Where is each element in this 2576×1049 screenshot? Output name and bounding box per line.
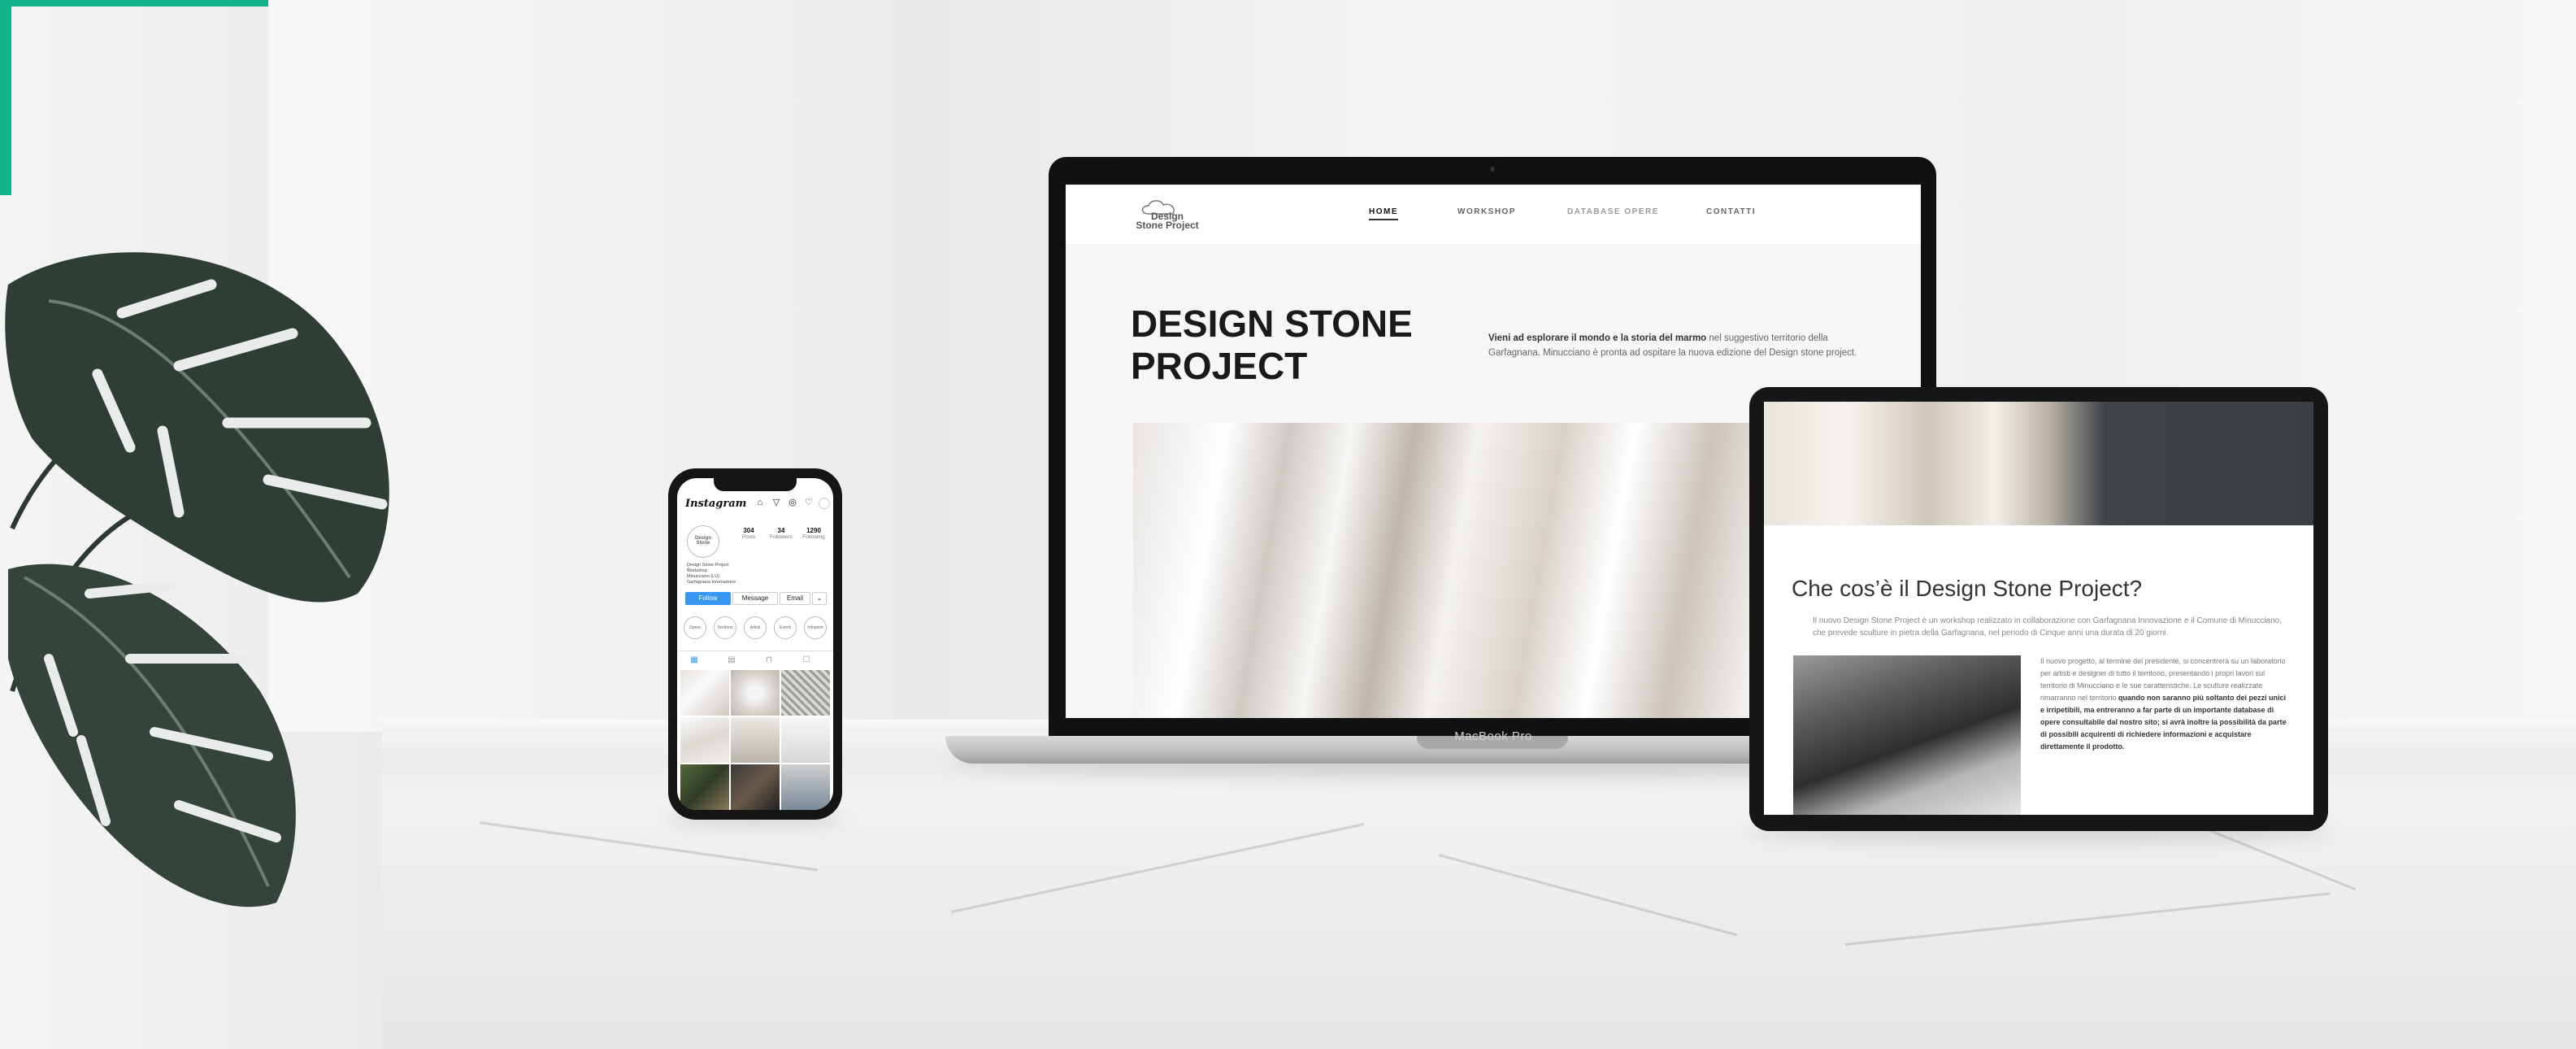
tagged-icon[interactable]: ☐ — [801, 655, 812, 665]
tablet-lead-text: Il nuovo Design Stone Project è un works… — [1813, 616, 2283, 638]
post-thumbnail[interactable] — [680, 764, 729, 810]
post-thumbnail[interactable] — [731, 670, 780, 716]
site-logo[interactable]: Design Stone Project — [1132, 198, 1202, 235]
stat-following[interactable]: 1290 Following — [797, 527, 830, 540]
nav-contatti[interactable]: CONTATTI — [1706, 207, 1756, 216]
highlight-artisti[interactable]: Artisti — [744, 616, 767, 639]
chevron-down-icon[interactable]: ⌄ — [812, 592, 827, 605]
post-thumbnail[interactable] — [731, 717, 780, 763]
home-icon[interactable]: ⌂ — [755, 498, 765, 507]
accent-left-bar — [0, 0, 11, 195]
hero-description: Vieni ad esplorare il mondo e la storia … — [1488, 333, 1857, 358]
phone-notch — [714, 478, 797, 491]
tablet-screen: Che cos’è il Design Stone Project? Il nu… — [1764, 402, 2313, 815]
tablet-heading: Che cos’è il Design Stone Project? — [1792, 576, 2143, 601]
profile-bio: Design Stone Project Workshop Minucciano… — [687, 563, 736, 585]
compass-icon[interactable]: ◎ — [788, 498, 797, 507]
post-thumbnail[interactable] — [781, 764, 830, 810]
post-grid — [680, 670, 830, 810]
laptop-webcam — [1490, 167, 1495, 172]
post-thumbnail[interactable] — [680, 670, 729, 716]
highlight-territorio[interactable]: Territorio — [714, 616, 736, 639]
profile-icon[interactable] — [819, 498, 830, 509]
stat-followers[interactable]: 34 Followers — [765, 527, 797, 540]
email-button[interactable]: Email — [780, 592, 810, 605]
highlight-opere[interactable]: Opere — [684, 616, 706, 639]
post-thumbnail[interactable] — [731, 764, 780, 810]
site-header: Design Stone Project HOME WORKSHOP DATAB… — [1066, 185, 1921, 244]
post-thumbnail[interactable] — [781, 717, 830, 763]
logo-line2: Stone Project — [1136, 220, 1199, 231]
sculpture-banner-image — [1764, 402, 2313, 525]
historic-photo-image — [1793, 655, 2021, 815]
grid-icon[interactable]: ▦ — [689, 655, 700, 665]
nav-home[interactable]: HOME — [1369, 207, 1398, 220]
nav-workshop[interactable]: WORKSHOP — [1457, 207, 1516, 216]
message-button[interactable]: Message — [732, 592, 778, 605]
tablet-body-text: Il nuovo progetto, al termine del presid… — [2040, 657, 2287, 751]
list-icon[interactable]: ▤ — [726, 655, 737, 665]
phone-screen: Instagram ⌂ ▽ ◎ ♡ Design Stone 304 Posts … — [677, 478, 833, 810]
monstera-plant-image — [5, 252, 389, 908]
highlight-infopoint[interactable]: Infopoint — [804, 616, 827, 639]
post-thumbnail[interactable] — [781, 670, 830, 716]
filter-icon[interactable]: ▽ — [771, 498, 781, 507]
nav-database-opere[interactable]: DATABASE OPERE — [1567, 207, 1659, 216]
heart-icon[interactable]: ♡ — [804, 498, 814, 507]
highlight-eventi[interactable]: Eventi — [774, 616, 797, 639]
mockup-scene: Design Stone Project HOME WORKSHOP DATAB… — [0, 0, 2576, 1049]
avatar[interactable]: Design Stone — [687, 525, 719, 558]
follow-button[interactable]: Follow — [685, 592, 731, 605]
instagram-wordmark: Instagram — [685, 498, 747, 510]
laptop-brand-label: MacBook Pro — [1454, 729, 1532, 743]
hero-title: DESIGN STONE PROJECT — [1131, 303, 1413, 387]
stat-posts: 304 Posts — [741, 527, 756, 540]
bookmark-icon[interactable]: ⊓ — [763, 655, 775, 665]
post-thumbnail[interactable] — [680, 717, 729, 763]
